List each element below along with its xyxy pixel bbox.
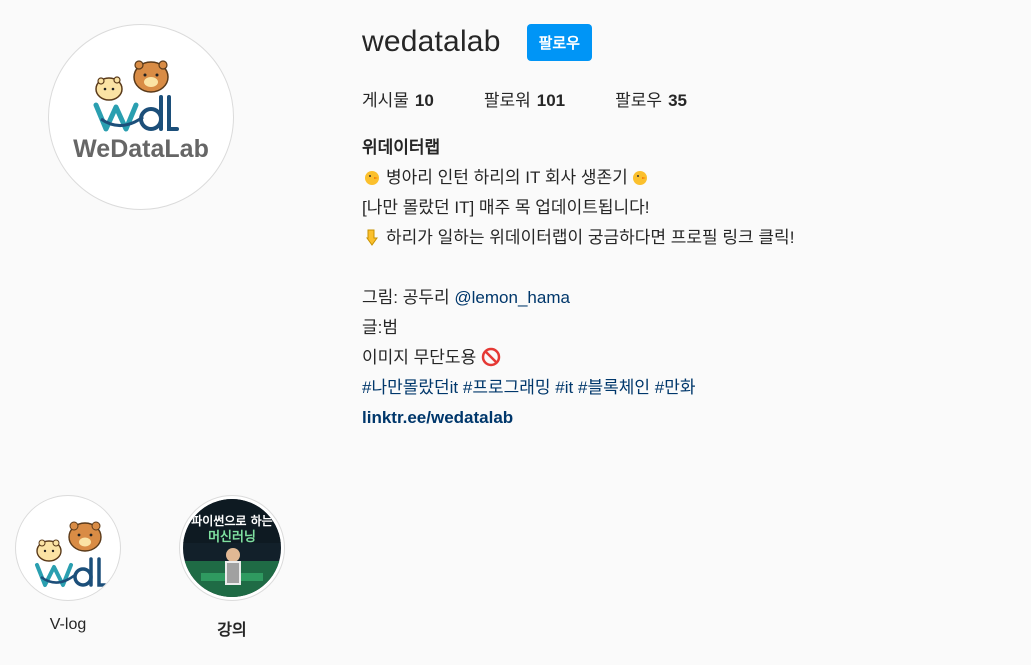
- highlight-lecture-thumb: 파이썬으로 하는 머신러닝: [179, 495, 285, 601]
- profile-header: wedatalab 팔로우: [362, 22, 1002, 62]
- hashtag-link[interactable]: #만화: [655, 378, 696, 397]
- svg-text:파이썬으로 하는: 파이썬으로 하는: [191, 513, 272, 528]
- stat-posts-label: 게시물: [362, 91, 409, 110]
- bio-line-1: 병아리 인턴 하리의 IT 회사 생존기: [362, 163, 1002, 193]
- highlight-vlog[interactable]: V-log: [8, 495, 128, 634]
- bio-no-copy-text: 이미지 무단도용: [362, 348, 477, 367]
- hashtag-link[interactable]: #블록체인: [578, 378, 650, 397]
- bio-no-copy: 이미지 무단도용: [362, 343, 1002, 373]
- profile-info: wedatalab 팔로우 게시물 10 팔로워 101 팔로우 35 위데이터랩 병…: [362, 22, 1002, 433]
- stat-posts: 게시물 10: [362, 86, 434, 111]
- credit-mention-link[interactable]: @lemon_hama: [454, 288, 570, 307]
- bio-line-3: 하리가 일하는 위데이터랩이 궁금하다면 프로필 링크 클릭!: [362, 223, 1002, 253]
- chick-icon: [632, 171, 647, 185]
- highlight-lecture-label: 강의: [217, 622, 247, 639]
- follow-button[interactable]: 팔로우: [526, 23, 592, 61]
- stat-followers[interactable]: 팔로워 101: [484, 86, 565, 111]
- pointing-down-hand-icon: [366, 229, 378, 246]
- highlight-lecture[interactable]: 파이썬으로 하는 머신러닝 강의: [172, 495, 292, 640]
- stat-following-label: 팔로우: [615, 91, 663, 110]
- bio-hashtags: #나만몰랐던it #프로그래밍 #it #블록체인 #만화: [362, 373, 1002, 403]
- svg-text:머신러닝: 머신러닝: [208, 529, 256, 545]
- stat-followers-label: 팔로워: [483, 91, 531, 110]
- stat-followers-value: 101: [536, 91, 566, 110]
- hashtag-link[interactable]: #프로그래밍: [463, 378, 551, 397]
- username: wedatalab: [362, 25, 501, 58]
- bio-link-row: linktr.ee/wedatalab: [362, 403, 1002, 433]
- external-link[interactable]: linktr.ee/wedatalab: [362, 408, 513, 427]
- hashtag-link[interactable]: #it: [555, 378, 573, 397]
- bio: 위데이터랩 병아리 인턴 하리의 IT 회사 생존기 [나만 몰랐던 IT] 매…: [362, 133, 1002, 433]
- lecture-photo-icon: 파이썬으로 하는 머신러닝: [183, 499, 281, 597]
- bio-credit: 그림: 공두리 @lemon_hama: [362, 283, 1002, 313]
- highlight-vlog-label: V-log: [49, 616, 87, 633]
- profile-avatar[interactable]: WeDataLab: [48, 24, 234, 210]
- highlight-vlog-thumb: [15, 495, 121, 601]
- hashtag-link[interactable]: #나만몰랐던it: [362, 378, 458, 397]
- bio-line-3-text: 하리가 일하는 위데이터랩이 궁금하다면 프로필 링크 클릭!: [386, 228, 795, 247]
- prohibited-icon: [481, 347, 501, 367]
- bio-line-2: [나만 몰랐던 IT] 매주 목 업데이트됩니다!: [362, 198, 650, 217]
- chick-icon: [365, 171, 379, 185]
- bio-credit-label: 그림: 공두리: [362, 288, 450, 307]
- profile-stats: 게시물 10 팔로워 101 팔로우 35: [362, 86, 1002, 111]
- bio-line-1-text: 병아리 인턴 하리의 IT 회사 생존기: [386, 168, 628, 187]
- stat-posts-value: 10: [414, 91, 434, 110]
- bio-spacer: [362, 253, 1002, 283]
- stat-following[interactable]: 팔로우 35: [615, 86, 687, 111]
- wedatalab-logo-icon: WeDataLab: [73, 60, 209, 163]
- bio-writer: 글:범: [362, 318, 399, 337]
- wd-logo-bears-icon: [19, 499, 117, 597]
- svg-text:WeDataLab: WeDataLab: [73, 135, 209, 163]
- stat-following-value: 35: [668, 91, 687, 110]
- bio-name: 위데이터랩: [362, 138, 441, 157]
